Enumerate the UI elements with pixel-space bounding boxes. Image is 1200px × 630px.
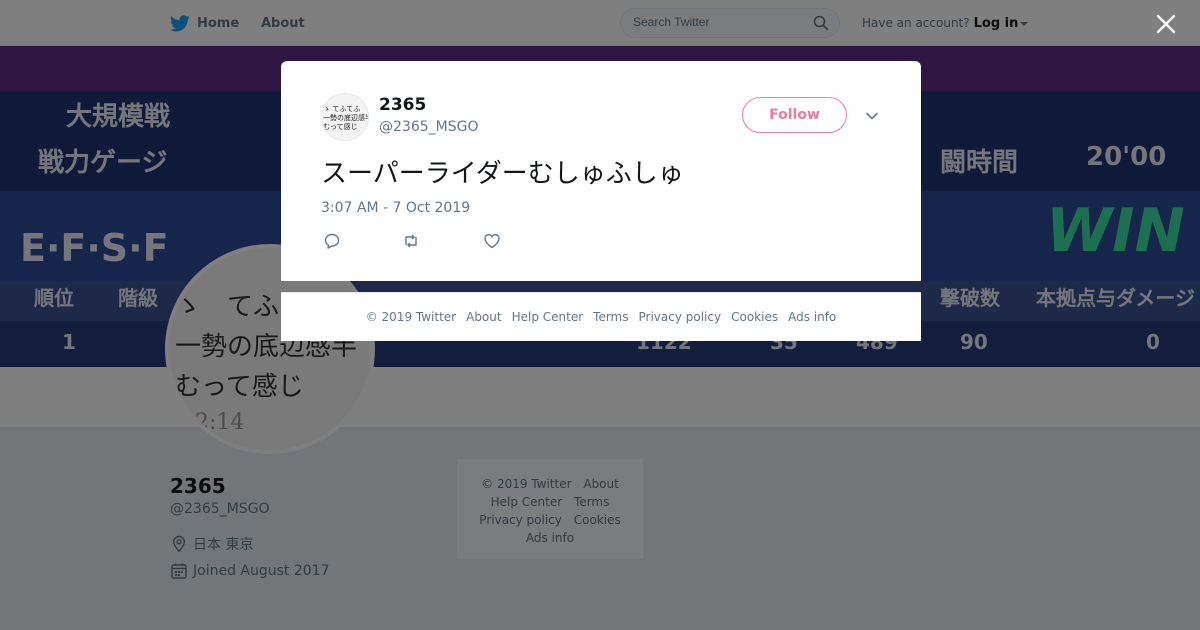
tweet-modal: ゝ てふてふ 一勢の底辺感半 むって感じ 2365 @2365_MSGO Fol…	[281, 61, 921, 281]
tweet-timestamp[interactable]: 3:07 AM - 7 Oct 2019	[321, 200, 470, 216]
chevron-down-icon[interactable]	[865, 109, 879, 123]
footer-privacy-link[interactable]: Privacy policy	[639, 310, 722, 324]
retweet-icon[interactable]	[402, 232, 420, 250]
modal-footer: © 2019 Twitter About Help Center Terms P…	[281, 292, 921, 341]
reply-icon[interactable]	[323, 232, 341, 250]
footer-copyright: © 2019 Twitter	[365, 310, 457, 324]
footer-terms-link[interactable]: Terms	[593, 310, 628, 324]
tweet-author-handle[interactable]: @2365_MSGO	[379, 119, 478, 135]
heart-icon[interactable]	[483, 232, 501, 250]
footer-ads-link[interactable]: Ads info	[788, 310, 836, 324]
tweet-author-name[interactable]: 2365	[379, 95, 426, 115]
footer-help-link[interactable]: Help Center	[512, 310, 584, 324]
tweet-author-avatar[interactable]: ゝ てふてふ 一勢の底辺感半 むって感じ	[321, 93, 369, 141]
footer-cookies-link[interactable]: Cookies	[731, 310, 778, 324]
close-icon[interactable]	[1154, 12, 1178, 36]
footer-about-link[interactable]: About	[466, 310, 501, 324]
avatar-text: むって感じ	[323, 123, 358, 131]
tweet-text: スーパーライダーむしゅふしゅ	[321, 159, 684, 189]
follow-button[interactable]: Follow	[742, 97, 847, 133]
